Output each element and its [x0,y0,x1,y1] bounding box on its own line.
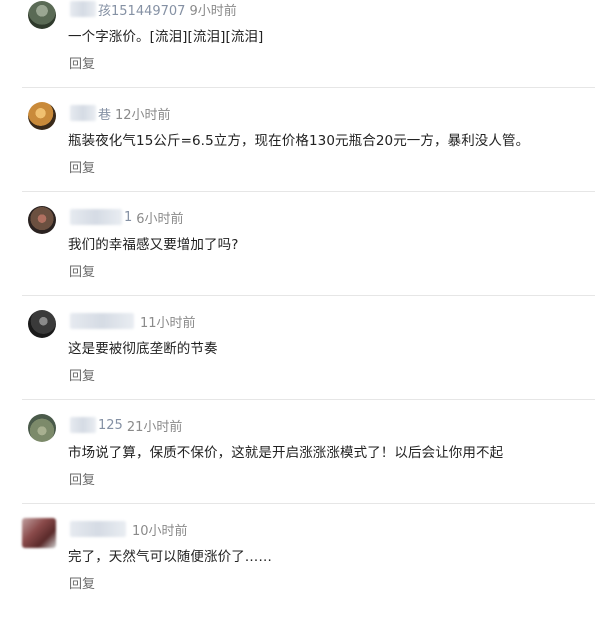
divider [22,503,595,504]
user-avatar[interactable] [28,1,56,29]
username-redacted [70,1,96,17]
comment-item: 125 21小时前 市场说了算，保质不保价，这就是开启涨涨涨模式了！以后会让你用… [0,412,595,515]
comment-header: 125 21小时前 [70,417,183,435]
comment-time: 10小时前 [132,523,188,539]
comment-text: 这是要被彻底垄断的节奏 [68,341,218,357]
comment-time: 21小时前 [126,419,183,435]
reply-button[interactable]: 回复 [69,365,95,384]
username[interactable]: 巷 [98,104,111,123]
comment-item: 10小时前 完了，天然气可以随便涨价了…… 回复 [0,516,595,619]
username[interactable]: 孩151449707 [98,0,185,19]
username-redacted [70,521,126,537]
comment-text: 瓶装夜化气15公斤=6.5立方，现在价格130元瓶合20元一方，暴利没人管。 [68,133,530,149]
comment-time: 6小时前 [136,211,184,227]
comment-header: 1 6小时前 [70,209,184,227]
comment-header: 11小时前 [70,313,196,331]
divider [22,399,595,400]
user-avatar[interactable] [22,518,56,548]
reply-button[interactable]: 回复 [69,261,95,280]
comment-item: 巷 12小时前 瓶装夜化气15公斤=6.5立方，现在价格130元瓶合20元一方，… [0,100,595,203]
username-redacted [70,105,96,121]
divider [22,295,595,296]
username[interactable]: 125 [98,418,123,433]
reply-button[interactable]: 回复 [69,573,95,592]
comment-time: 9小时前 [189,3,237,19]
comment-header: 10小时前 [70,521,188,539]
comment-header: 孩151449707 9小时前 [70,0,237,19]
user-avatar[interactable] [28,102,56,130]
comment-time: 12小时前 [115,107,171,123]
comment-item: 11小时前 这是要被彻底垄断的节奏 回复 [0,308,595,411]
user-avatar[interactable] [28,414,56,442]
comment-item: 1 6小时前 我们的幸福感又要增加了吗? 回复 [0,204,595,307]
reply-button[interactable]: 回复 [69,157,95,176]
comment-text: 一个字涨价。[流泪][流泪][流泪] [68,29,264,45]
comment-text: 市场说了算，保质不保价，这就是开启涨涨涨模式了！以后会让你用不起 [68,445,504,461]
user-avatar[interactable] [28,310,56,338]
comment-text: 完了，天然气可以随便涨价了…… [68,549,272,565]
username-redacted [70,209,122,225]
divider [22,87,595,88]
divider [22,191,595,192]
username-redacted [70,417,96,433]
comment-text: 我们的幸福感又要增加了吗? [68,237,239,253]
user-avatar[interactable] [28,206,56,234]
reply-button[interactable]: 回复 [69,469,95,488]
comment-time: 11小时前 [140,315,196,331]
reply-button[interactable]: 回复 [69,53,95,72]
comment-header: 巷 12小时前 [70,104,171,123]
username[interactable]: 1 [124,210,132,225]
username-redacted [70,313,134,329]
